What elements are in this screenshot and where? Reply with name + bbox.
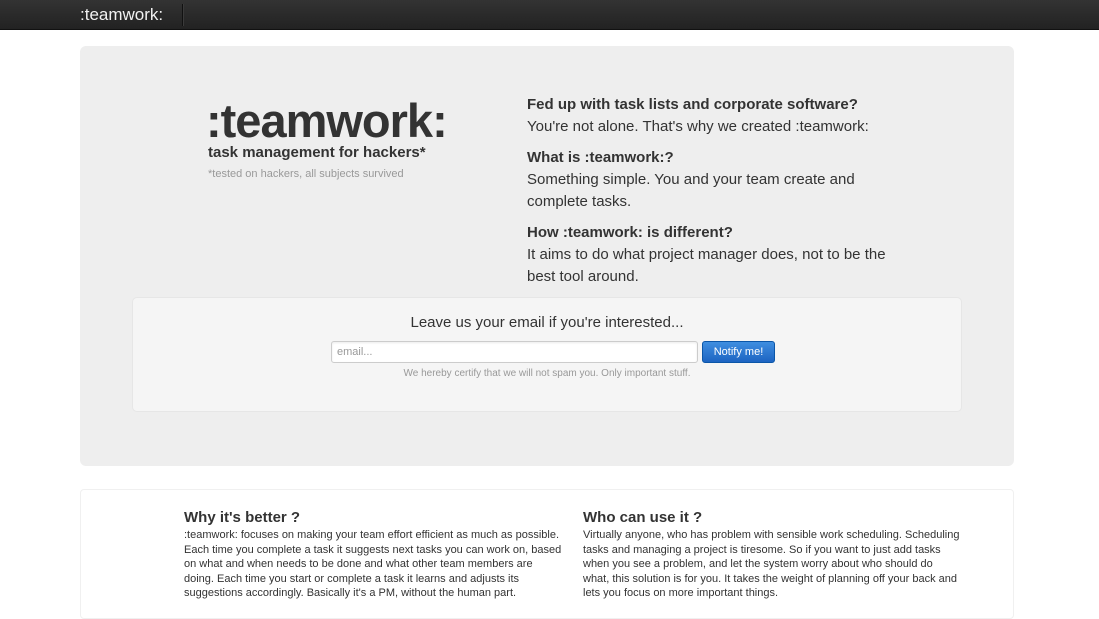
feature-why-better: Why it's better ? :teamwork: focuses on …	[184, 508, 562, 601]
email-input[interactable]	[331, 341, 698, 363]
navbar-brand-link[interactable]: :teamwork:	[80, 4, 184, 26]
hero-footnote: *tested on hackers, all subjects survive…	[208, 168, 404, 180]
hero-tagline: task management for hackers*	[208, 144, 426, 161]
feature-body: Virtually anyone, who has problem with s…	[583, 529, 960, 599]
qa-question: What is :teamwork:?	[527, 149, 674, 166]
signup-note: We hereby certify that we will not spam …	[403, 368, 691, 379]
qa-question: How :teamwork: is different?	[527, 224, 733, 241]
hero-qa-list: Fed up with task lists and corporate sof…	[527, 95, 907, 298]
signup-heading: Leave us your email if you're interested…	[410, 314, 684, 331]
feature-body: :teamwork: focuses on making your team e…	[184, 529, 562, 599]
feature-title: Who can use it ?	[583, 509, 703, 526]
qa-question: Fed up with task lists and corporate sof…	[527, 96, 858, 113]
hero-unit: :teamwork: task management for hackers* …	[80, 46, 1014, 466]
signup-well: Leave us your email if you're interested…	[132, 297, 962, 412]
notify-me-button[interactable]: Notify me!	[702, 341, 775, 363]
feature-title: Why it's better ?	[184, 509, 301, 526]
hero-logo: :teamwork:	[206, 94, 448, 147]
qa-answer: Something simple. You and your team crea…	[527, 171, 855, 210]
qa-answer: You're not alone. That's why we created …	[527, 118, 869, 135]
feature-who-can-use: Who can use it ? Virtually anyone, who h…	[583, 508, 961, 601]
qa-answer: It aims to do what project manager does,…	[527, 246, 886, 285]
top-navbar: :teamwork:	[0, 0, 1099, 30]
